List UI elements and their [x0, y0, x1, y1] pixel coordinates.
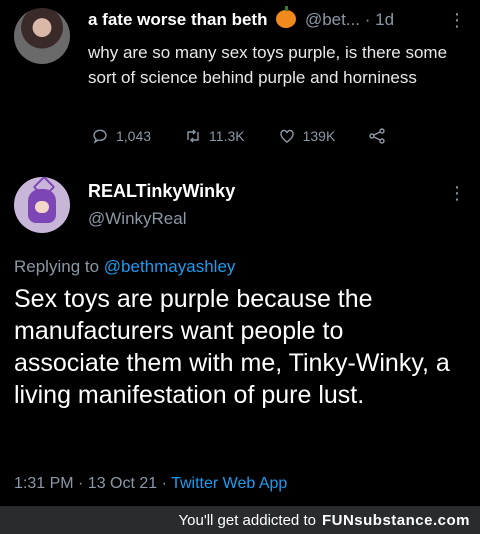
tweet-original: a fate worse than beth @bet... · 1d ⋮ wh…: [0, 0, 480, 160]
replying-to-line: Replying to @bethmayashley: [14, 257, 235, 277]
retweet-count: 11.3K: [209, 128, 245, 144]
retweet-icon: [187, 129, 199, 143]
timestamp[interactable]: 1:31 PM · 13 Oct 21 ·: [14, 475, 167, 492]
like-count: 139K: [302, 128, 336, 144]
watermark-bar: You'll get addicted to FUNsubstance.com: [0, 506, 480, 534]
retweet-button[interactable]: 11.3K: [185, 128, 245, 144]
author-handle[interactable]: @bet...: [305, 10, 360, 29]
heart-icon: [279, 129, 294, 143]
tinky-winky-face: [35, 201, 49, 213]
more-options-icon[interactable]: ⋮: [448, 10, 466, 31]
tweet-meta: 1:31 PM · 13 Oct 21 · Twitter Web App: [14, 475, 287, 493]
tweet-reply: REALTinkyWinky @WinkyReal ⋮ Replying to …: [0, 165, 480, 505]
share-icon: [369, 128, 385, 144]
tweet-text: why are so many sex toys purple, is ther…: [88, 43, 448, 87]
replying-to-link[interactable]: @bethmayashley: [104, 257, 236, 276]
author-name[interactable]: a fate worse than beth: [88, 10, 267, 29]
tweet-author-line: a fate worse than beth @bet... · 1d: [88, 6, 395, 30]
like-button[interactable]: 139K: [279, 128, 336, 144]
avatar[interactable]: [14, 8, 70, 64]
replying-label: Replying to: [14, 257, 100, 276]
share-button[interactable]: [369, 128, 385, 144]
tweet-time: · 1d: [364, 10, 395, 29]
source-app-link[interactable]: Twitter Web App: [171, 475, 287, 492]
author-name[interactable]: REALTinkyWinky: [88, 181, 235, 202]
pumpkin-emoji-icon: [276, 6, 297, 28]
watermark-text: You'll get addicted to: [178, 511, 316, 529]
tweet-text: Sex toys are purple because the manufact…: [14, 285, 450, 409]
tweet-actions: 1,043 11.3K 139K: [92, 128, 432, 144]
reply-button[interactable]: 1,043: [92, 128, 151, 144]
avatar[interactable]: [14, 177, 70, 233]
watermark-brand: FUNsubstance.com: [321, 511, 470, 529]
more-options-icon[interactable]: ⋮: [448, 183, 466, 204]
reply-icon: [93, 129, 107, 144]
reply-count: 1,043: [116, 128, 152, 144]
author-handle[interactable]: @WinkyReal: [88, 209, 187, 229]
